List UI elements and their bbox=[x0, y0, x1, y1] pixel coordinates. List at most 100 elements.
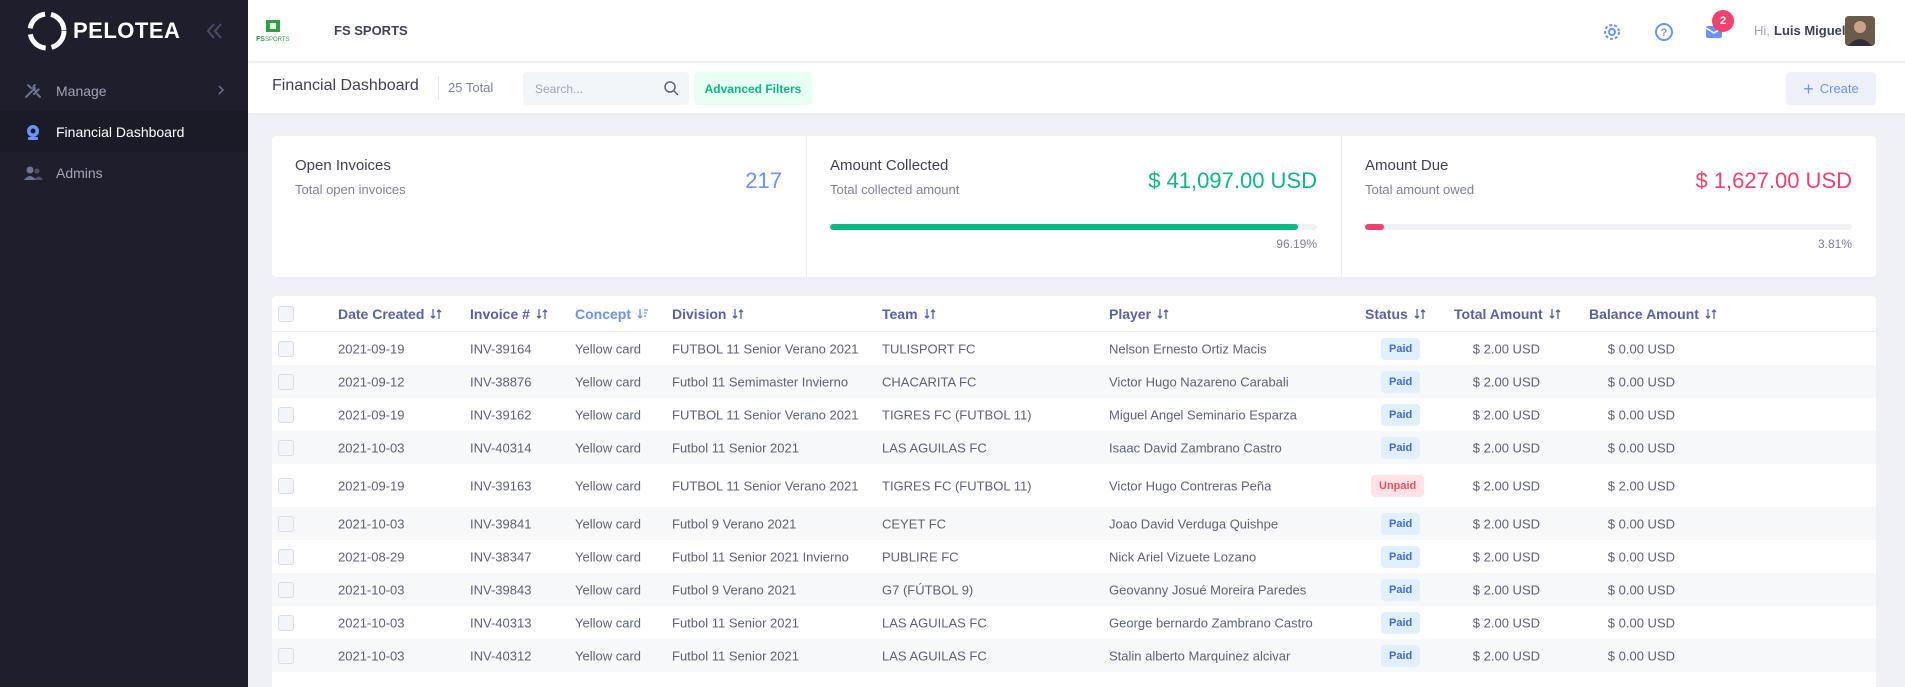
help-icon[interactable]: ? bbox=[1652, 20, 1676, 44]
sidebar-item-manage[interactable]: Manage bbox=[0, 70, 248, 111]
row-checkbox[interactable] bbox=[278, 340, 294, 357]
sort-icon bbox=[1705, 309, 1717, 319]
row-checkbox[interactable] bbox=[278, 406, 294, 423]
cell-date: 2021-09-19 bbox=[338, 341, 405, 356]
row-checkbox[interactable] bbox=[278, 439, 294, 456]
cell-date: 2021-10-03 bbox=[338, 648, 405, 663]
divider bbox=[438, 76, 439, 100]
status-badge: Paid bbox=[1381, 436, 1421, 459]
stat-amount-due: Amount Due Total amount owed $ 1,627.00 … bbox=[1342, 136, 1876, 277]
cell-team: TIGRES FC (FUTBOL 11) bbox=[882, 407, 1032, 422]
table-row[interactable]: 2021-09-19 INV-39164 Yellow card FUTBOL 11 … bbox=[272, 332, 1876, 365]
progress-fill bbox=[1365, 224, 1384, 230]
row-checkbox[interactable] bbox=[278, 581, 294, 598]
page-title: Financial Dashboard bbox=[272, 77, 419, 94]
sort-icon bbox=[430, 309, 442, 319]
table-row[interactable]: 2021-10-03 INV-39843 Yellow card Futbol 9 V… bbox=[272, 573, 1876, 606]
org-logo-icon: FS SPORTS bbox=[256, 20, 290, 43]
cell-concept: Yellow card bbox=[575, 374, 642, 389]
row-checkbox[interactable] bbox=[278, 548, 294, 565]
cell-concept: Yellow card bbox=[575, 407, 642, 422]
dashboard-icon bbox=[22, 121, 44, 143]
stat-open-invoices: Open Invoices Total open invoices 217 bbox=[272, 136, 807, 277]
column-label: Status bbox=[1365, 306, 1408, 322]
cell-concept: Yellow card bbox=[575, 582, 642, 597]
table-row[interactable]: 2021-09-19 INV-39162 Yellow card FUTBOL 11 … bbox=[272, 398, 1876, 431]
stat-value: 217 bbox=[745, 168, 782, 193]
status-badge: Paid bbox=[1381, 578, 1421, 601]
row-checkbox[interactable] bbox=[278, 647, 294, 664]
cell-team: LAS AGUILAS FC bbox=[882, 440, 987, 455]
table-row[interactable]: 2021-08-29 INV-38347 Yellow card Futbol 11 … bbox=[272, 540, 1876, 573]
cell-total: $ 2.00 USD bbox=[1472, 615, 1540, 630]
cell-player: Victor Hugo Nazareno Carabali bbox=[1109, 374, 1289, 389]
pelotea-logo-icon bbox=[27, 11, 67, 51]
stat-subtitle: Total open invoices bbox=[295, 182, 406, 197]
settings-icon[interactable] bbox=[1600, 20, 1624, 44]
column-header-division[interactable]: Division bbox=[672, 306, 744, 322]
column-header-team[interactable]: Team bbox=[882, 306, 936, 322]
table-row[interactable]: 2021-10-03 INV-40314 Yellow card Futbol 11 … bbox=[272, 431, 1876, 464]
cell-balance: $ 0.00 USD bbox=[1607, 341, 1675, 356]
stat-title: Amount Collected bbox=[830, 157, 949, 174]
column-header-date-created[interactable]: Date Created bbox=[338, 306, 442, 322]
cell-player: Isaac David Zambrano Castro bbox=[1109, 440, 1282, 455]
sort-icon bbox=[1414, 309, 1426, 319]
cell-player: Nick Ariel Vizuete Lozano bbox=[1109, 549, 1257, 564]
cell-balance: $ 0.00 USD bbox=[1607, 516, 1675, 531]
column-header-status[interactable]: Status bbox=[1365, 306, 1426, 322]
select-all-checkbox[interactable] bbox=[278, 306, 294, 322]
column-header-invoice[interactable]: Invoice # bbox=[470, 306, 548, 322]
row-checkbox[interactable] bbox=[278, 614, 294, 631]
cell-invoice: INV-38347 bbox=[470, 549, 532, 564]
search-input[interactable] bbox=[535, 72, 655, 105]
cell-player: George bernardo Zambrano Castro bbox=[1109, 615, 1313, 630]
advanced-filters-button[interactable]: Advanced Filters bbox=[694, 72, 812, 105]
row-checkbox[interactable] bbox=[278, 515, 294, 532]
greeting-text: Hi, bbox=[1754, 23, 1770, 38]
org-name[interactable]: FS SPORTS bbox=[334, 23, 408, 38]
cell-player: Joao David Verduga Quishpe bbox=[1109, 516, 1279, 531]
sidebar-item-financial-dashboard[interactable]: Financial Dashboard bbox=[0, 111, 248, 152]
row-checkbox[interactable] bbox=[278, 477, 294, 494]
user-name[interactable]: Luis Miguel bbox=[1774, 23, 1846, 38]
sidebar-item-admins[interactable]: Admins bbox=[0, 152, 248, 193]
svg-text:SPORTS: SPORTS bbox=[265, 37, 290, 43]
users-icon bbox=[22, 162, 44, 184]
column-header-player[interactable]: Player bbox=[1109, 306, 1169, 322]
column-header-concept[interactable]: Concept bbox=[575, 306, 649, 322]
table-row[interactable]: 2021-10-03 INV-39841 Yellow card Futbol 9 V… bbox=[272, 507, 1876, 540]
sidebar: PELOTEA Manage Financial Dashboard Admin… bbox=[0, 0, 248, 687]
stat-value: $ 41,097.00 USD bbox=[1148, 168, 1317, 193]
cell-division: Futbol 11 Semimaster Invierno bbox=[672, 374, 849, 389]
stat-value: $ 1,627.00 USD bbox=[1695, 168, 1852, 193]
table-row[interactable]: 2021-09-12 INV-38876 Yellow card Futbol 11 … bbox=[272, 365, 1876, 398]
table-row[interactable]: 2021-09-19 INV-39163 Yellow card FUTBOL 11 … bbox=[272, 464, 1876, 507]
plus-icon: + bbox=[1803, 78, 1814, 99]
stat-subtitle: Total collected amount bbox=[830, 182, 960, 197]
stats-card: Open Invoices Total open invoices 217 Am… bbox=[272, 136, 1876, 277]
search-icon[interactable] bbox=[663, 80, 679, 96]
table-row[interactable]: 2021-10-03 INV-40313 Yellow card Futbol 11 … bbox=[272, 606, 1876, 639]
avatar[interactable] bbox=[1845, 16, 1875, 46]
column-label: Balance Amount bbox=[1589, 306, 1699, 322]
cell-concept: Yellow card bbox=[575, 478, 642, 493]
column-header-balance-amount[interactable]: Balance Amount bbox=[1589, 306, 1717, 322]
collapse-sidebar-icon[interactable] bbox=[204, 20, 224, 42]
progress-percent: 3.81% bbox=[1817, 237, 1852, 251]
row-checkbox[interactable] bbox=[278, 373, 294, 390]
table-row[interactable]: 2021-10-03 INV-40312 Yellow card Futbol 11 … bbox=[272, 639, 1876, 672]
column-label: Date Created bbox=[338, 306, 425, 322]
status-badge: Paid bbox=[1381, 644, 1421, 667]
cell-total: $ 2.00 USD bbox=[1472, 648, 1540, 663]
total-count: 25 Total bbox=[448, 80, 494, 95]
column-label: Concept bbox=[575, 306, 631, 322]
cell-total: $ 2.00 USD bbox=[1472, 407, 1540, 422]
create-button[interactable]: + Create bbox=[1786, 72, 1876, 105]
column-header-total-amount[interactable]: Total Amount bbox=[1454, 306, 1561, 322]
cell-division: Futbol 9 Verano 2021 bbox=[672, 582, 797, 597]
invoices-table: Date Created Invoice # Concept Division … bbox=[272, 296, 1876, 687]
cell-team: LAS AGUILAS FC bbox=[882, 615, 987, 630]
cell-player: Victor Hugo Contreras Peña bbox=[1109, 478, 1272, 493]
stat-title: Open Invoices bbox=[295, 157, 391, 174]
